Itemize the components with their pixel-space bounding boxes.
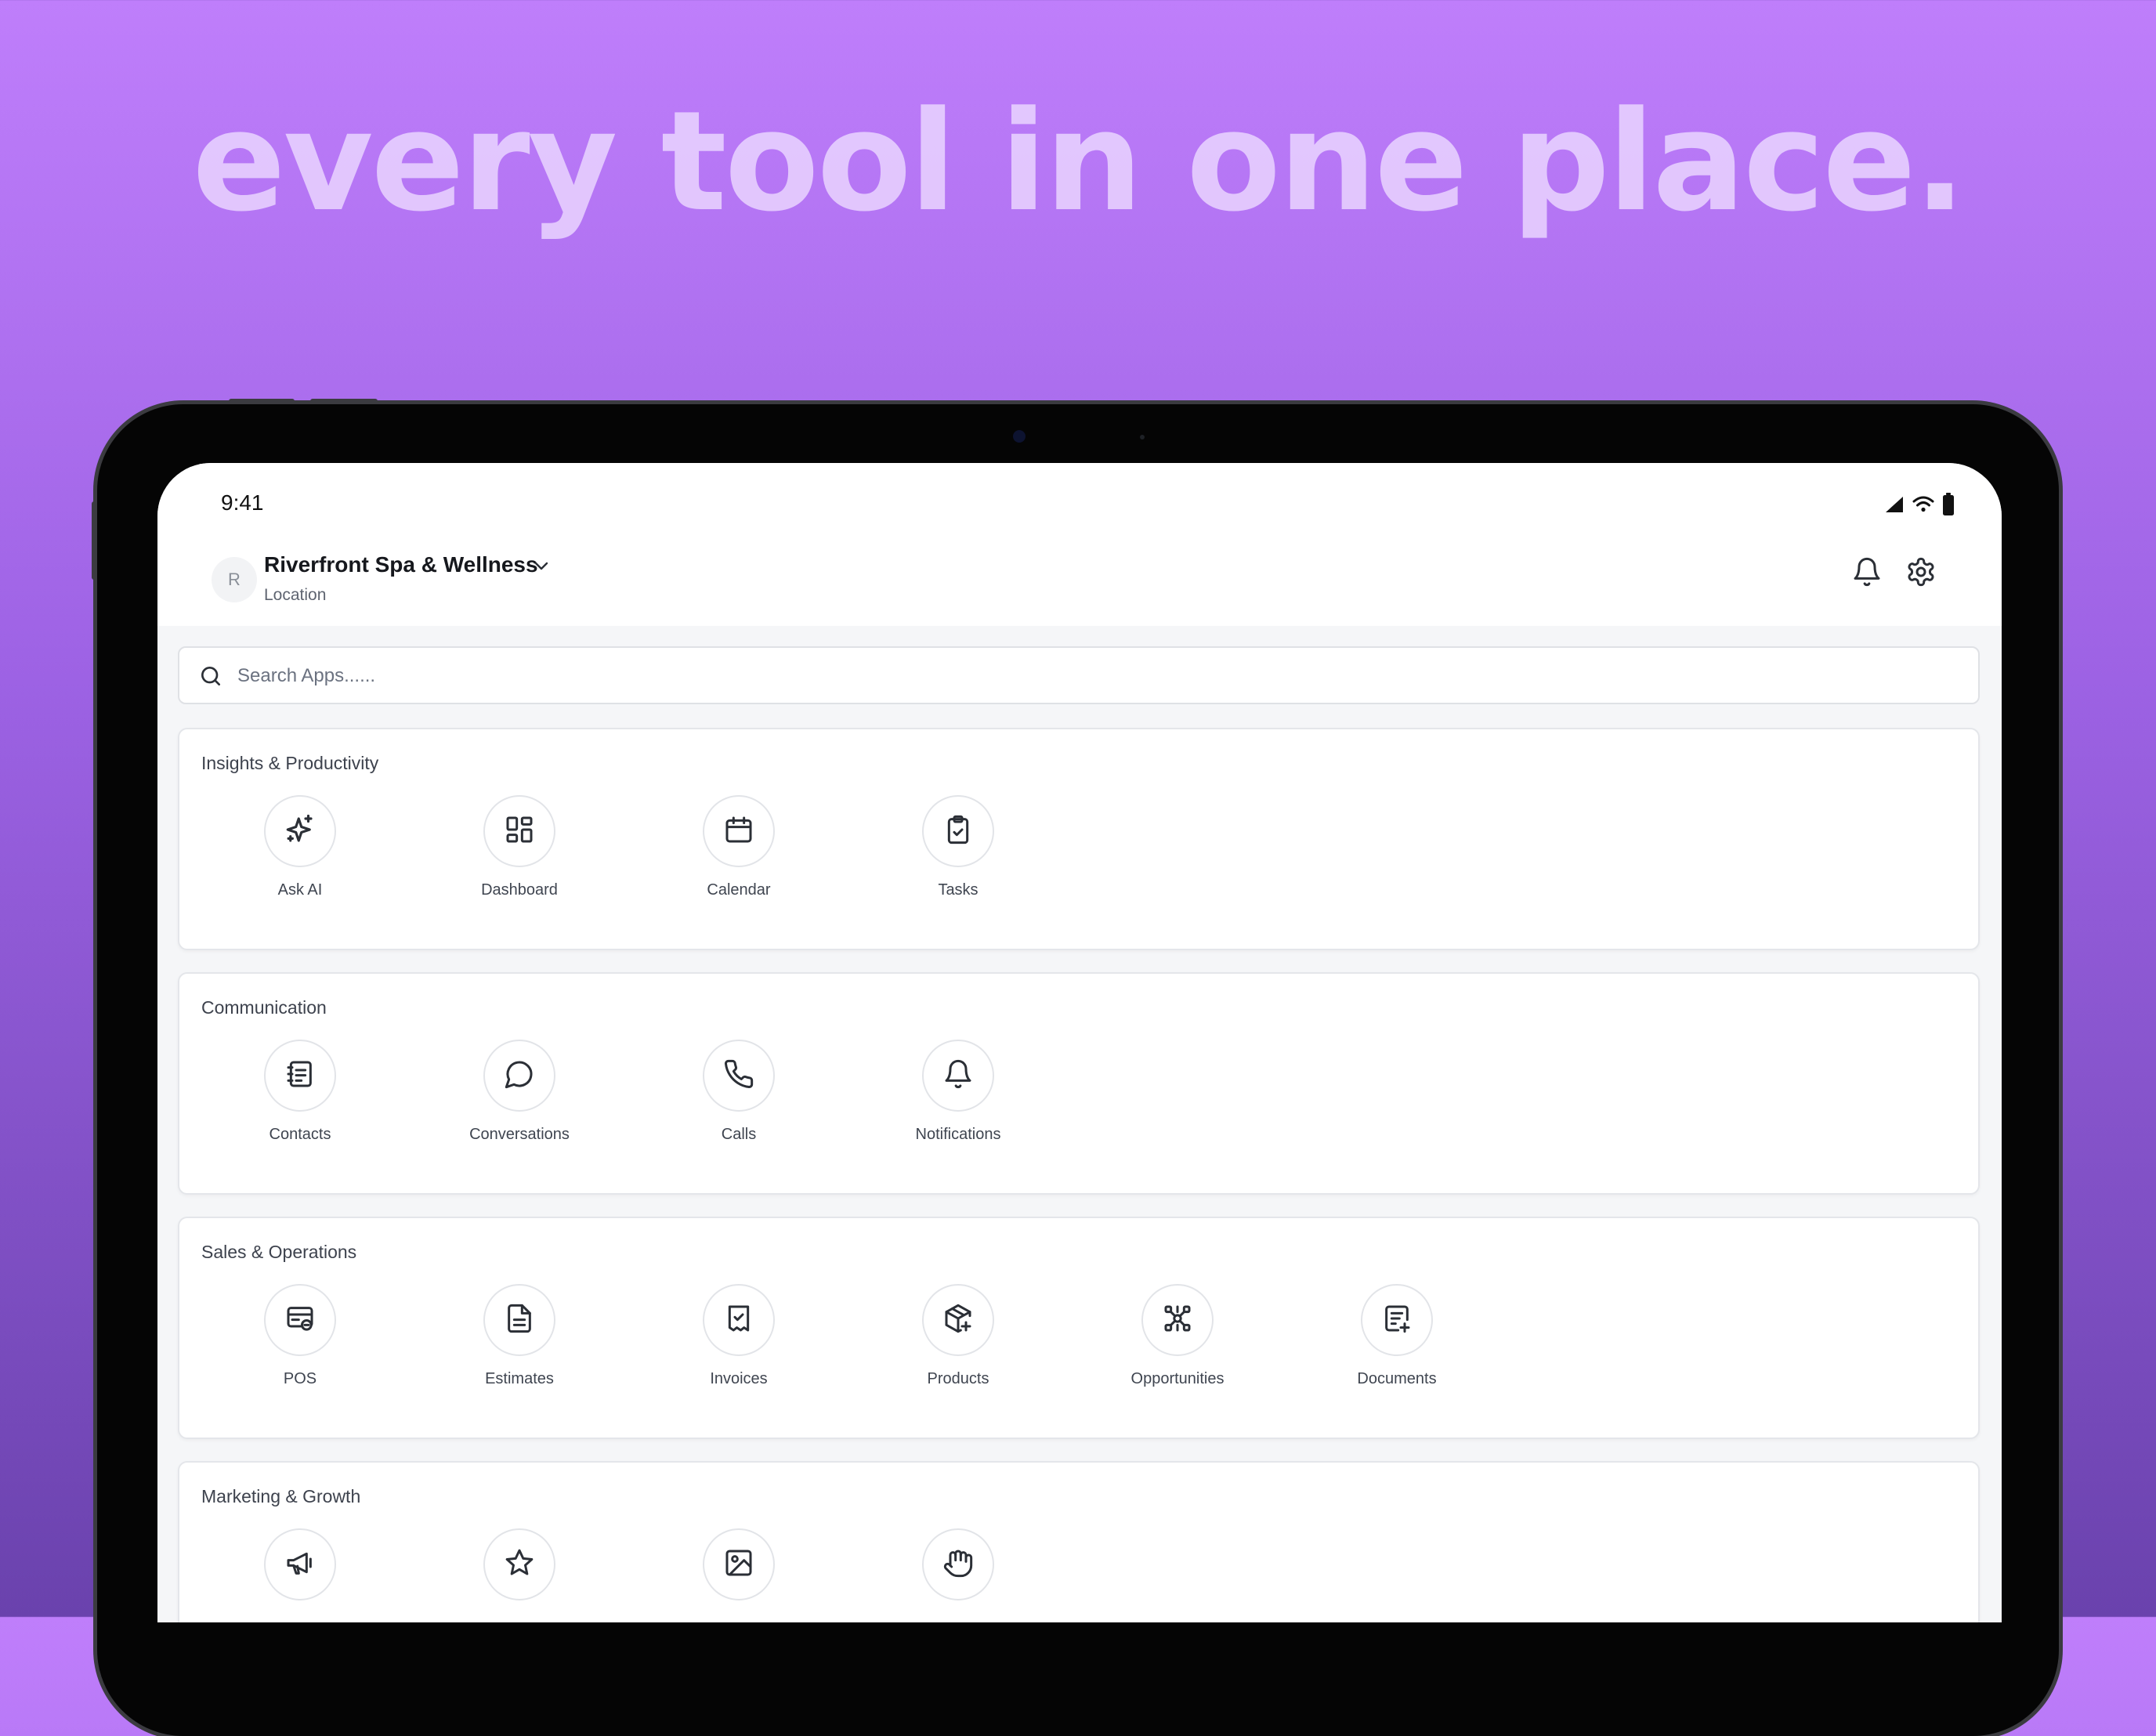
app-label: Ask AI xyxy=(277,881,323,899)
front-camera xyxy=(1013,430,1026,443)
app-notifications[interactable]: Notifications xyxy=(888,1040,1029,1144)
section-sales-operations: Sales & Operations POS Estimates Invoice… xyxy=(178,1217,1980,1439)
section-title: Sales & Operations xyxy=(201,1242,357,1262)
app-label: Opportunities xyxy=(1130,1370,1225,1387)
chat-bubble-icon xyxy=(504,1058,535,1094)
search-bar[interactable] xyxy=(178,646,1980,704)
app-marketing-1[interactable] xyxy=(230,1528,371,1615)
pos-terminal-icon xyxy=(284,1303,316,1338)
phone-icon xyxy=(723,1058,754,1094)
app-conversations[interactable]: Conversations xyxy=(449,1040,590,1144)
app-label: Tasks xyxy=(938,881,979,899)
app-label: Products xyxy=(927,1370,989,1387)
file-text-icon xyxy=(504,1303,535,1338)
sparkles-icon xyxy=(284,813,317,850)
location-avatar[interactable]: R xyxy=(212,557,257,602)
app-products[interactable]: Products xyxy=(888,1284,1029,1388)
app-label: Contacts xyxy=(269,1126,331,1143)
app-tasks[interactable]: Tasks xyxy=(888,795,1029,899)
app-label: Notifications xyxy=(915,1126,1001,1143)
bell-icon xyxy=(942,1058,974,1094)
contact-book-icon xyxy=(284,1058,316,1094)
app-documents[interactable]: Documents xyxy=(1326,1284,1467,1388)
app-label: Documents xyxy=(1357,1370,1437,1387)
bell-icon xyxy=(1851,556,1883,591)
app-calls[interactable]: Calls xyxy=(668,1040,809,1144)
ambient-sensor xyxy=(1140,435,1145,439)
calendar-icon xyxy=(723,814,754,849)
megaphone-icon xyxy=(284,1547,316,1582)
search-icon xyxy=(198,664,223,693)
network-icon xyxy=(1162,1303,1193,1338)
marketing-headline: every tool in one place. xyxy=(192,81,1966,242)
cellular-signal-icon xyxy=(1884,496,1905,513)
app-marketing-4[interactable] xyxy=(888,1528,1029,1615)
app-header: 9:41 R Riverfront Spa & Wellness Locatio… xyxy=(157,463,2002,626)
app-label: Calendar xyxy=(707,881,771,899)
settings-button[interactable] xyxy=(1901,553,1941,594)
app-ask-ai[interactable]: Ask AI xyxy=(230,795,371,899)
wifi-icon xyxy=(1912,496,1934,513)
status-time: 9:41 xyxy=(221,490,264,515)
app-estimates[interactable]: Estimates xyxy=(449,1284,590,1388)
gear-icon xyxy=(1905,556,1937,591)
location-name[interactable]: Riverfront Spa & Wellness xyxy=(264,552,538,577)
package-plus-icon xyxy=(942,1303,974,1338)
location-label: Location xyxy=(264,586,327,604)
clipboard-check-icon xyxy=(942,814,974,849)
app-contacts[interactable]: Contacts xyxy=(230,1040,371,1144)
section-title: Communication xyxy=(201,997,327,1018)
app-label: Invoices xyxy=(710,1370,768,1387)
app-label: POS xyxy=(283,1370,317,1387)
app-marketing-2[interactable] xyxy=(449,1528,590,1615)
app-marketing-3[interactable] xyxy=(668,1528,809,1615)
document-plus-icon xyxy=(1381,1303,1413,1338)
app-calendar[interactable]: Calendar xyxy=(668,795,809,899)
search-input[interactable] xyxy=(236,656,1947,696)
receipt-check-icon xyxy=(723,1303,754,1338)
app-opportunities[interactable]: Opportunities xyxy=(1107,1284,1248,1388)
chevron-down-icon[interactable] xyxy=(532,557,551,580)
app-label: Conversations xyxy=(469,1126,570,1143)
section-title: Marketing & Growth xyxy=(201,1486,361,1506)
section-insights-productivity: Insights & Productivity Ask AI Dashboard… xyxy=(178,728,1980,950)
notifications-button[interactable] xyxy=(1847,553,1887,594)
section-marketing-growth: Marketing & Growth xyxy=(178,1461,1980,1622)
app-label: Calls xyxy=(721,1126,757,1143)
hand-icon xyxy=(942,1547,974,1582)
image-icon xyxy=(723,1547,754,1582)
app-dashboard[interactable]: Dashboard xyxy=(449,795,590,899)
app-screen: 9:41 R Riverfront Spa & Wellness Locatio… xyxy=(157,463,2002,1622)
status-icons xyxy=(1884,493,1955,516)
dashboard-icon xyxy=(504,814,535,849)
app-label: Estimates xyxy=(485,1370,554,1387)
section-title: Insights & Productivity xyxy=(201,753,379,773)
section-communication: Communication Contacts Conversations Cal… xyxy=(178,972,1980,1195)
app-pos[interactable]: POS xyxy=(230,1284,371,1388)
star-icon xyxy=(504,1547,535,1582)
app-label: Dashboard xyxy=(481,881,558,899)
app-invoices[interactable]: Invoices xyxy=(668,1284,809,1388)
battery-icon xyxy=(1942,493,1955,516)
